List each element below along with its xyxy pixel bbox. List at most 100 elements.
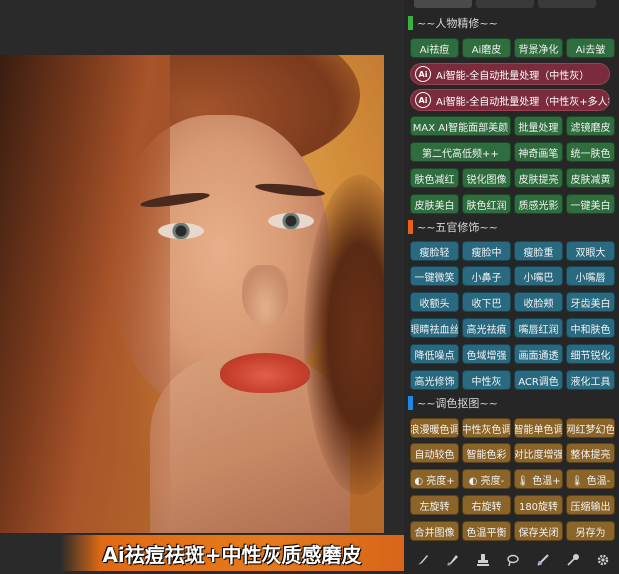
- ai-batch-neutral-gray-button[interactable]: Ai Ai智能-全自动批量处理（中性灰）: [410, 63, 610, 85]
- gamut-enhance-button[interactable]: 色域增强: [462, 344, 511, 364]
- button-row: 合并图像 色温平衡 保存关闭 另存为: [410, 521, 615, 541]
- brightness-down-button[interactable]: ◐ 亮度-: [462, 469, 511, 489]
- button-row: 皮肤美白 肤色红润 质感光影 一键美白: [410, 194, 615, 214]
- ai-icon: Ai: [415, 66, 431, 82]
- smart-color-button[interactable]: 智能色彩: [462, 443, 511, 463]
- shrink-cheeks-button[interactable]: 收脸颊: [514, 292, 563, 312]
- neutral-gray-tone-button[interactable]: 中性灰色调: [462, 418, 511, 438]
- smart-mono-button[interactable]: 智能单色调: [514, 418, 563, 438]
- section-title: ~~人物精修~~: [417, 17, 498, 30]
- rosy-skin-button[interactable]: 肤色红润: [462, 194, 511, 214]
- enlarge-eyes-button[interactable]: 双眼大: [566, 241, 615, 261]
- button-row: 瘦脸轻 瘦脸中 瘦脸重 双眼大: [410, 241, 615, 261]
- clarity-button[interactable]: 画面通透: [514, 344, 563, 364]
- acr-color-button[interactable]: ACR调色: [514, 370, 563, 390]
- button-row: Ai祛痘 Ai磨皮 背景净化 Ai去皱: [410, 38, 615, 58]
- slim-face-heavy-button[interactable]: 瘦脸重: [514, 241, 563, 261]
- lip-rosy-button[interactable]: 嘴唇红润: [514, 318, 563, 338]
- rotate-right-button[interactable]: 右旋转: [462, 495, 511, 515]
- ai-skin-smooth-button[interactable]: Ai磨皮: [462, 38, 511, 58]
- reduce-yellow-button[interactable]: 皮肤减黄: [566, 168, 615, 188]
- sharpen-button[interactable]: 锐化图像: [462, 168, 511, 188]
- button-row: 左旋转 右旋转 180旋转 压缩输出: [410, 495, 615, 515]
- dodge-icon[interactable]: [565, 552, 581, 568]
- compress-export-button[interactable]: 压缩输出: [566, 495, 615, 515]
- eye-bloodshot-button[interactable]: 眼睛祛血丝: [410, 318, 459, 338]
- save-as-button[interactable]: 另存为: [566, 521, 615, 541]
- section-title: ~~调色抠图~~: [417, 397, 498, 410]
- section-color-bar: [408, 220, 413, 234]
- section-title: ~~五官修饰~~: [417, 221, 498, 234]
- brightness-up-button[interactable]: ◐ 亮度+: [410, 469, 459, 489]
- color-temp-up-button[interactable]: 🌡 色温+: [514, 469, 563, 489]
- tab-3[interactable]: [538, 0, 596, 8]
- dreamy-color-button[interactable]: 网红梦幻色: [566, 418, 615, 438]
- button-row: ◐ 亮度+ ◐ 亮度- 🌡 色温+ 🌡 色温-: [410, 469, 615, 489]
- small-nose-button[interactable]: 小鼻子: [462, 266, 511, 286]
- skin-brighten-button[interactable]: 皮肤提亮: [514, 168, 563, 188]
- max-ai-beauty-button[interactable]: MAX AI智能面部美颜: [410, 116, 511, 136]
- shrink-forehead-button[interactable]: 收额头: [410, 292, 459, 312]
- frequency-separation-button[interactable]: 第二代高低频++: [410, 142, 511, 162]
- highlight-retouch-button[interactable]: 高光修饰: [410, 370, 459, 390]
- ai-acne-button[interactable]: Ai祛痘: [410, 38, 459, 58]
- slim-face-medium-button[interactable]: 瘦脸中: [462, 241, 511, 261]
- button-row: 肤色减红 锐化图像 皮肤提亮 皮肤减黄: [410, 168, 615, 188]
- button-row: 收额头 收下巴 收脸颊 牙齿美白: [410, 292, 615, 312]
- teeth-whiten-button[interactable]: 牙齿美白: [566, 292, 615, 312]
- texture-light-button[interactable]: 质感光影: [514, 194, 563, 214]
- ai-icon: Ai: [415, 92, 431, 108]
- ai-batch-slim-face-button[interactable]: Ai Ai智能-全自动批量处理（中性灰+多人瘦脸）: [410, 89, 610, 111]
- merge-image-button[interactable]: 合并图像: [410, 521, 459, 541]
- save-close-button[interactable]: 保存关闭: [514, 521, 563, 541]
- color-temp-balance-button[interactable]: 色温平衡: [462, 521, 511, 541]
- right-eye: [268, 213, 314, 229]
- brush-icon[interactable]: [415, 552, 431, 568]
- skin-whiten-button[interactable]: 皮肤美白: [410, 194, 459, 214]
- liquify-button[interactable]: 液化工具: [566, 370, 615, 390]
- slim-face-light-button[interactable]: 瘦脸轻: [410, 241, 459, 261]
- reduce-red-button[interactable]: 肤色减红: [410, 168, 459, 188]
- neutralize-skin-button[interactable]: 中和肤色: [566, 318, 615, 338]
- rotate-left-button[interactable]: 左旋转: [410, 495, 459, 515]
- button-row: 一键微笑 小鼻子 小嘴巴 小嘴唇: [410, 266, 615, 286]
- eraser-brush-icon[interactable]: [445, 552, 461, 568]
- filter-smooth-button[interactable]: 滤镜磨皮: [565, 116, 616, 136]
- lips: [220, 353, 310, 393]
- ai-wrinkle-button[interactable]: Ai去皱: [566, 38, 615, 58]
- section-portrait-header: ~~人物精修~~: [408, 15, 498, 31]
- magic-brush-button[interactable]: 神奇画笔: [513, 142, 563, 162]
- detail-sharpen-button[interactable]: 细节锐化: [566, 344, 615, 364]
- gear-icon[interactable]: [595, 552, 611, 568]
- wide-row: Ai Ai智能-全自动批量处理（中性灰）: [410, 63, 615, 85]
- tab-1[interactable]: [414, 0, 472, 8]
- unify-skin-button[interactable]: 统一肤色: [565, 142, 616, 162]
- auto-color-button[interactable]: 自动较色: [410, 443, 459, 463]
- caption-text: Ai祛痘祛斑+中性灰质感磨皮: [102, 542, 362, 567]
- batch-process-button[interactable]: 批量处理: [513, 116, 563, 136]
- smile-button[interactable]: 一键微笑: [410, 266, 459, 286]
- button-row: 降低噪点 色域增强 画面通透 细节锐化: [410, 344, 615, 364]
- romantic-warm-button[interactable]: 浪漫暖色调: [410, 418, 459, 438]
- button-label: Ai智能-全自动批量处理（中性灰）: [436, 70, 590, 82]
- neutral-gray-button[interactable]: 中性灰: [462, 370, 511, 390]
- tab-2[interactable]: [476, 0, 534, 8]
- small-mouth-button[interactable]: 小嘴巴: [514, 266, 563, 286]
- tool-bar: [408, 548, 618, 572]
- blur-brush-icon[interactable]: [535, 552, 551, 568]
- stamp-icon[interactable]: [475, 552, 491, 568]
- button-row: MAX AI智能面部美颜 批量处理 滤镜磨皮: [410, 116, 616, 136]
- button-row: 眼睛祛血丝 高光祛痕 嘴唇红润 中和肤色: [410, 318, 615, 338]
- section-features-header: ~~五官修饰~~: [408, 219, 498, 235]
- lasso-icon[interactable]: [505, 552, 521, 568]
- background-clean-button[interactable]: 背景净化: [514, 38, 563, 58]
- overall-brighten-button[interactable]: 整体提亮: [566, 443, 615, 463]
- rotate-180-button[interactable]: 180旋转: [514, 495, 563, 515]
- small-lips-button[interactable]: 小嘴唇: [566, 266, 615, 286]
- reduce-noise-button[interactable]: 降低噪点: [410, 344, 459, 364]
- color-temp-down-button[interactable]: 🌡 色温-: [566, 469, 615, 489]
- contrast-enhance-button[interactable]: 对比度增强: [514, 443, 563, 463]
- shrink-chin-button[interactable]: 收下巴: [462, 292, 511, 312]
- highlight-mark-button[interactable]: 高光祛痕: [462, 318, 511, 338]
- one-click-whiten-button[interactable]: 一键美白: [566, 194, 615, 214]
